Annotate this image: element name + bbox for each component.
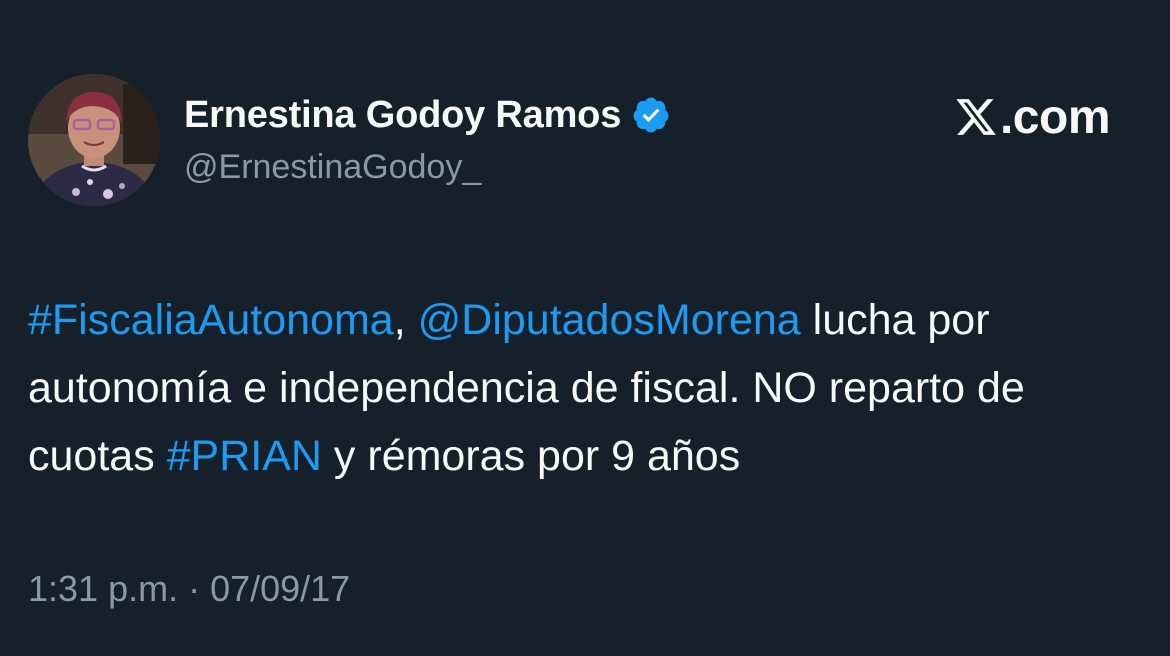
profile-photo — [28, 74, 160, 206]
verified-badge-icon — [633, 97, 669, 133]
tweet-text: #FiscaliaAutonoma, @DiputadosMorena luch… — [28, 286, 1138, 490]
tweet-text-segment: y rémoras por 9 años — [321, 432, 741, 480]
author-handle[interactable]: @ErnestinaGodoy_ — [184, 148, 481, 187]
display-name[interactable]: Ernestina Godoy Ramos — [184, 94, 621, 137]
tweet-card: Ernestina Godoy Ramos @ErnestinaGodoy_ .… — [0, 0, 1170, 656]
brand-logo: .com — [954, 90, 1111, 144]
avatar[interactable] — [28, 74, 160, 206]
hashtag-link[interactable]: #PRIAN — [167, 432, 322, 480]
tweet-timestamp[interactable]: 1:31 p.m. · 07/09/17 — [28, 568, 350, 610]
author-row: Ernestina Godoy Ramos — [184, 90, 671, 140]
brand-text: .com — [999, 90, 1111, 144]
mention-link[interactable]: @DiputadosMorena — [418, 296, 801, 344]
hashtag-link[interactable]: #FiscaliaAutonoma — [28, 296, 394, 344]
x-logo-icon — [956, 99, 996, 135]
tweet-text-segment: , — [393, 296, 418, 344]
